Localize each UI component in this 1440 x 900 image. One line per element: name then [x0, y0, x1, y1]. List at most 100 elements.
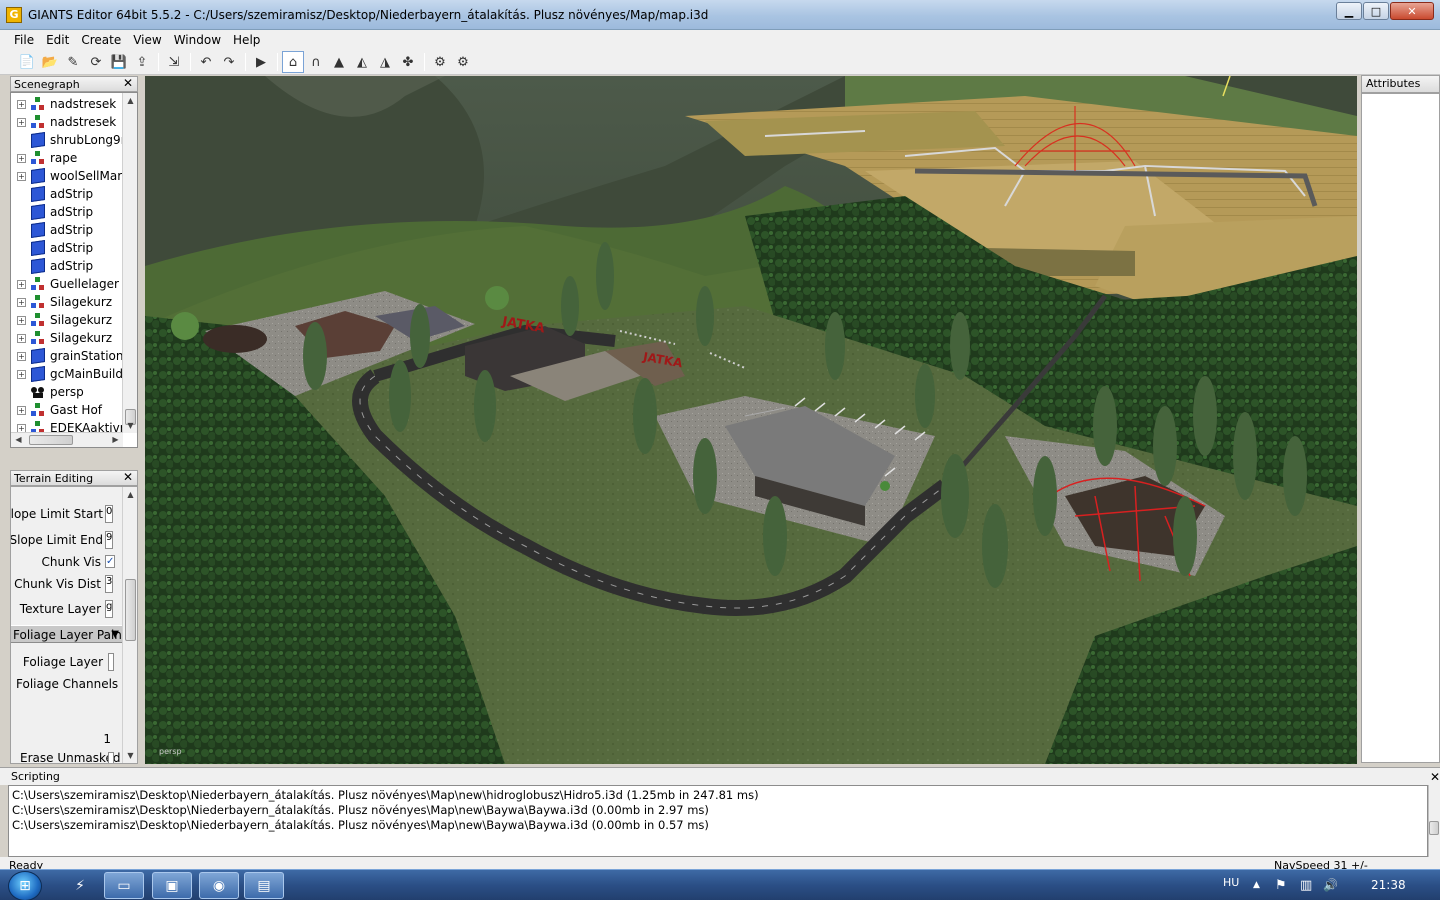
attributes-panel[interactable] — [1361, 93, 1440, 763]
scroll-down-icon[interactable]: ▼ — [123, 418, 137, 433]
scenegraph-node[interactable]: + Gast Hof — [11, 401, 123, 419]
scroll-down-icon[interactable]: ▼ — [123, 748, 137, 763]
chunk-vis-checkbox[interactable]: ✓ — [105, 555, 115, 568]
menu-create[interactable]: Create — [75, 30, 127, 50]
terrain-close-icon[interactable]: ✕ — [123, 470, 133, 484]
expand-icon[interactable]: + — [17, 405, 26, 415]
terrain-foliage-icon[interactable]: ◮ — [374, 51, 396, 73]
expand-icon[interactable]: + — [17, 297, 26, 307]
foliage-layer-select[interactable] — [108, 653, 114, 671]
import-icon[interactable]: ⇲ — [163, 51, 185, 73]
reload-icon[interactable]: ⟳ — [85, 51, 107, 73]
close-button[interactable]: ✕ — [1390, 2, 1434, 20]
taskbar-app-winamp[interactable]: ⚡ — [60, 872, 100, 899]
expand-icon[interactable]: + — [17, 369, 26, 379]
scenegraph-node[interactable]: + rape — [11, 149, 123, 167]
expand-icon[interactable]: + — [17, 279, 26, 289]
maximize-button[interactable]: □ — [1363, 2, 1389, 20]
scenegraph-node[interactable]: + Silagekurz — [11, 311, 123, 329]
scenegraph-vscrollbar[interactable]: ▲ ▼ — [122, 93, 137, 433]
terrain-detail-icon[interactable]: ✤ — [397, 51, 419, 73]
move-mode-icon[interactable]: ∩ — [305, 51, 327, 73]
scroll-thumb[interactable] — [125, 579, 136, 641]
scenegraph-node[interactable]: adStrip — [11, 203, 123, 221]
tray-expand-icon[interactable]: ▲ — [1253, 870, 1260, 900]
open-file-icon[interactable]: 📂 — [39, 51, 61, 73]
volume-icon[interactable]: 🔊 — [1323, 870, 1338, 900]
expand-icon[interactable]: + — [17, 99, 26, 109]
scenegraph-node[interactable]: adStrip — [11, 221, 123, 239]
scenegraph-node[interactable]: + woolSellMar — [11, 167, 123, 185]
scenegraph-node[interactable]: + gcMainBuild — [11, 365, 123, 383]
expand-icon[interactable]: + — [17, 315, 26, 325]
foliage-channels-value: 1 — [103, 732, 111, 746]
expand-icon[interactable]: + — [17, 171, 26, 181]
3d-viewport[interactable]: JATKA JATKA persp — [145, 76, 1357, 764]
taskbar-app-folder[interactable]: ▤ — [244, 872, 284, 899]
chunk-vis-dist-input[interactable]: 3 — [105, 575, 113, 593]
terrain-vscrollbar[interactable]: ▲ ▼ — [122, 487, 137, 763]
new-file-icon[interactable]: 📄 — [16, 51, 38, 73]
scenegraph-node[interactable]: + nadstresek — [11, 113, 123, 131]
scroll-thumb[interactable] — [1429, 821, 1439, 835]
scenegraph-node-label: adStrip — [50, 223, 94, 237]
scroll-up-icon[interactable]: ▲ — [123, 93, 137, 108]
taskbar-app-chrome[interactable]: ◉ — [199, 872, 239, 899]
scenegraph-node[interactable]: adStrip — [11, 257, 123, 275]
terrain-sculpt-icon[interactable]: ▲ — [328, 51, 350, 73]
scenegraph-close-icon[interactable]: ✕ — [123, 76, 133, 90]
expand-icon[interactable]: + — [17, 333, 26, 343]
scenegraph-node[interactable]: + Guellelager — [11, 275, 123, 293]
export-icon[interactable]: ⇪ — [131, 51, 153, 73]
menu-view[interactable]: View — [127, 30, 167, 50]
save-icon[interactable]: 💾 — [108, 51, 130, 73]
menu-window[interactable]: Window — [168, 30, 227, 50]
slope-end-input[interactable]: 9 — [105, 531, 113, 549]
hscroll-thumb[interactable] — [29, 435, 73, 445]
texture-layer-select[interactable]: g — [105, 600, 113, 618]
select-mode-icon[interactable]: ⌂ — [282, 51, 304, 73]
expand-icon[interactable]: + — [17, 351, 26, 361]
scenegraph-node[interactable]: + Silagekurz — [11, 293, 123, 311]
scenegraph-node[interactable]: shrubLong9r — [11, 131, 123, 149]
scenegraph-hscrollbar[interactable]: ◀ ▶ — [11, 432, 123, 447]
scenegraph-node[interactable]: persp — [11, 383, 123, 401]
terrain-paint-icon[interactable]: ◭ — [351, 51, 373, 73]
scroll-up-icon[interactable]: ▲ — [123, 487, 137, 502]
redo-icon[interactable]: ↷ — [218, 51, 240, 73]
scroll-right-icon[interactable]: ▶ — [108, 432, 123, 447]
scenegraph-node[interactable]: adStrip — [11, 239, 123, 257]
menu-help[interactable]: Help — [227, 30, 266, 50]
network-icon[interactable]: ▥ — [1300, 870, 1312, 900]
edit-file-icon[interactable]: ✎ — [62, 51, 84, 73]
collapse-arrow-icon[interactable]: ▼ — [111, 626, 119, 642]
foliage-layer-painting-header[interactable]: Foliage Layer Paintin ▼ — [11, 625, 123, 643]
scenegraph-node[interactable]: + nadstresek — [11, 95, 123, 113]
scenegraph-node[interactable]: + Silagekurz — [11, 329, 123, 347]
expand-icon[interactable]: + — [17, 153, 26, 163]
scroll-left-icon[interactable]: ◀ — [11, 432, 26, 447]
console-scrollbar[interactable] — [1428, 785, 1440, 857]
language-indicator[interactable]: HU — [1223, 870, 1239, 896]
advanced-settings-icon[interactable]: ⚙ — [452, 51, 474, 73]
scenegraph-node[interactable]: adStrip — [11, 185, 123, 203]
menu-edit[interactable]: Edit — [40, 30, 75, 50]
erase-unmasked-checkbox[interactable] — [108, 752, 114, 763]
slope-start-input[interactable]: 0 — [105, 505, 113, 523]
menu-file[interactable]: File — [8, 30, 40, 50]
play-icon[interactable]: ▶ — [250, 51, 272, 73]
minimize-button[interactable]: ▁ — [1336, 2, 1362, 20]
title-bar[interactable]: G GIANTS Editor 64bit 5.5.2 - C:/Users/s… — [0, 0, 1440, 30]
scripting-close-icon[interactable]: ✕ — [1430, 768, 1440, 786]
action-center-flag-icon[interactable]: ⚑ — [1275, 870, 1287, 900]
system-clock[interactable]: 21:38 — [1371, 870, 1406, 900]
undo-icon[interactable]: ↶ — [195, 51, 217, 73]
expand-icon[interactable]: + — [17, 117, 26, 127]
taskbar-app-explorer[interactable]: ▭ — [104, 872, 144, 899]
settings-icon[interactable]: ⚙ — [429, 51, 451, 73]
start-button[interactable]: ⊞ — [8, 871, 42, 900]
taskbar-app-game[interactable]: ▣ — [152, 872, 192, 899]
scenegraph-node[interactable]: + grainStation — [11, 347, 123, 365]
scripting-console[interactable]: C:\Users\szemiramisz\Desktop\Niederbayer… — [8, 785, 1428, 857]
scenegraph-tree[interactable]: + nadstresek + nadstresek shrubLong9r + rape + w… — [10, 92, 138, 448]
